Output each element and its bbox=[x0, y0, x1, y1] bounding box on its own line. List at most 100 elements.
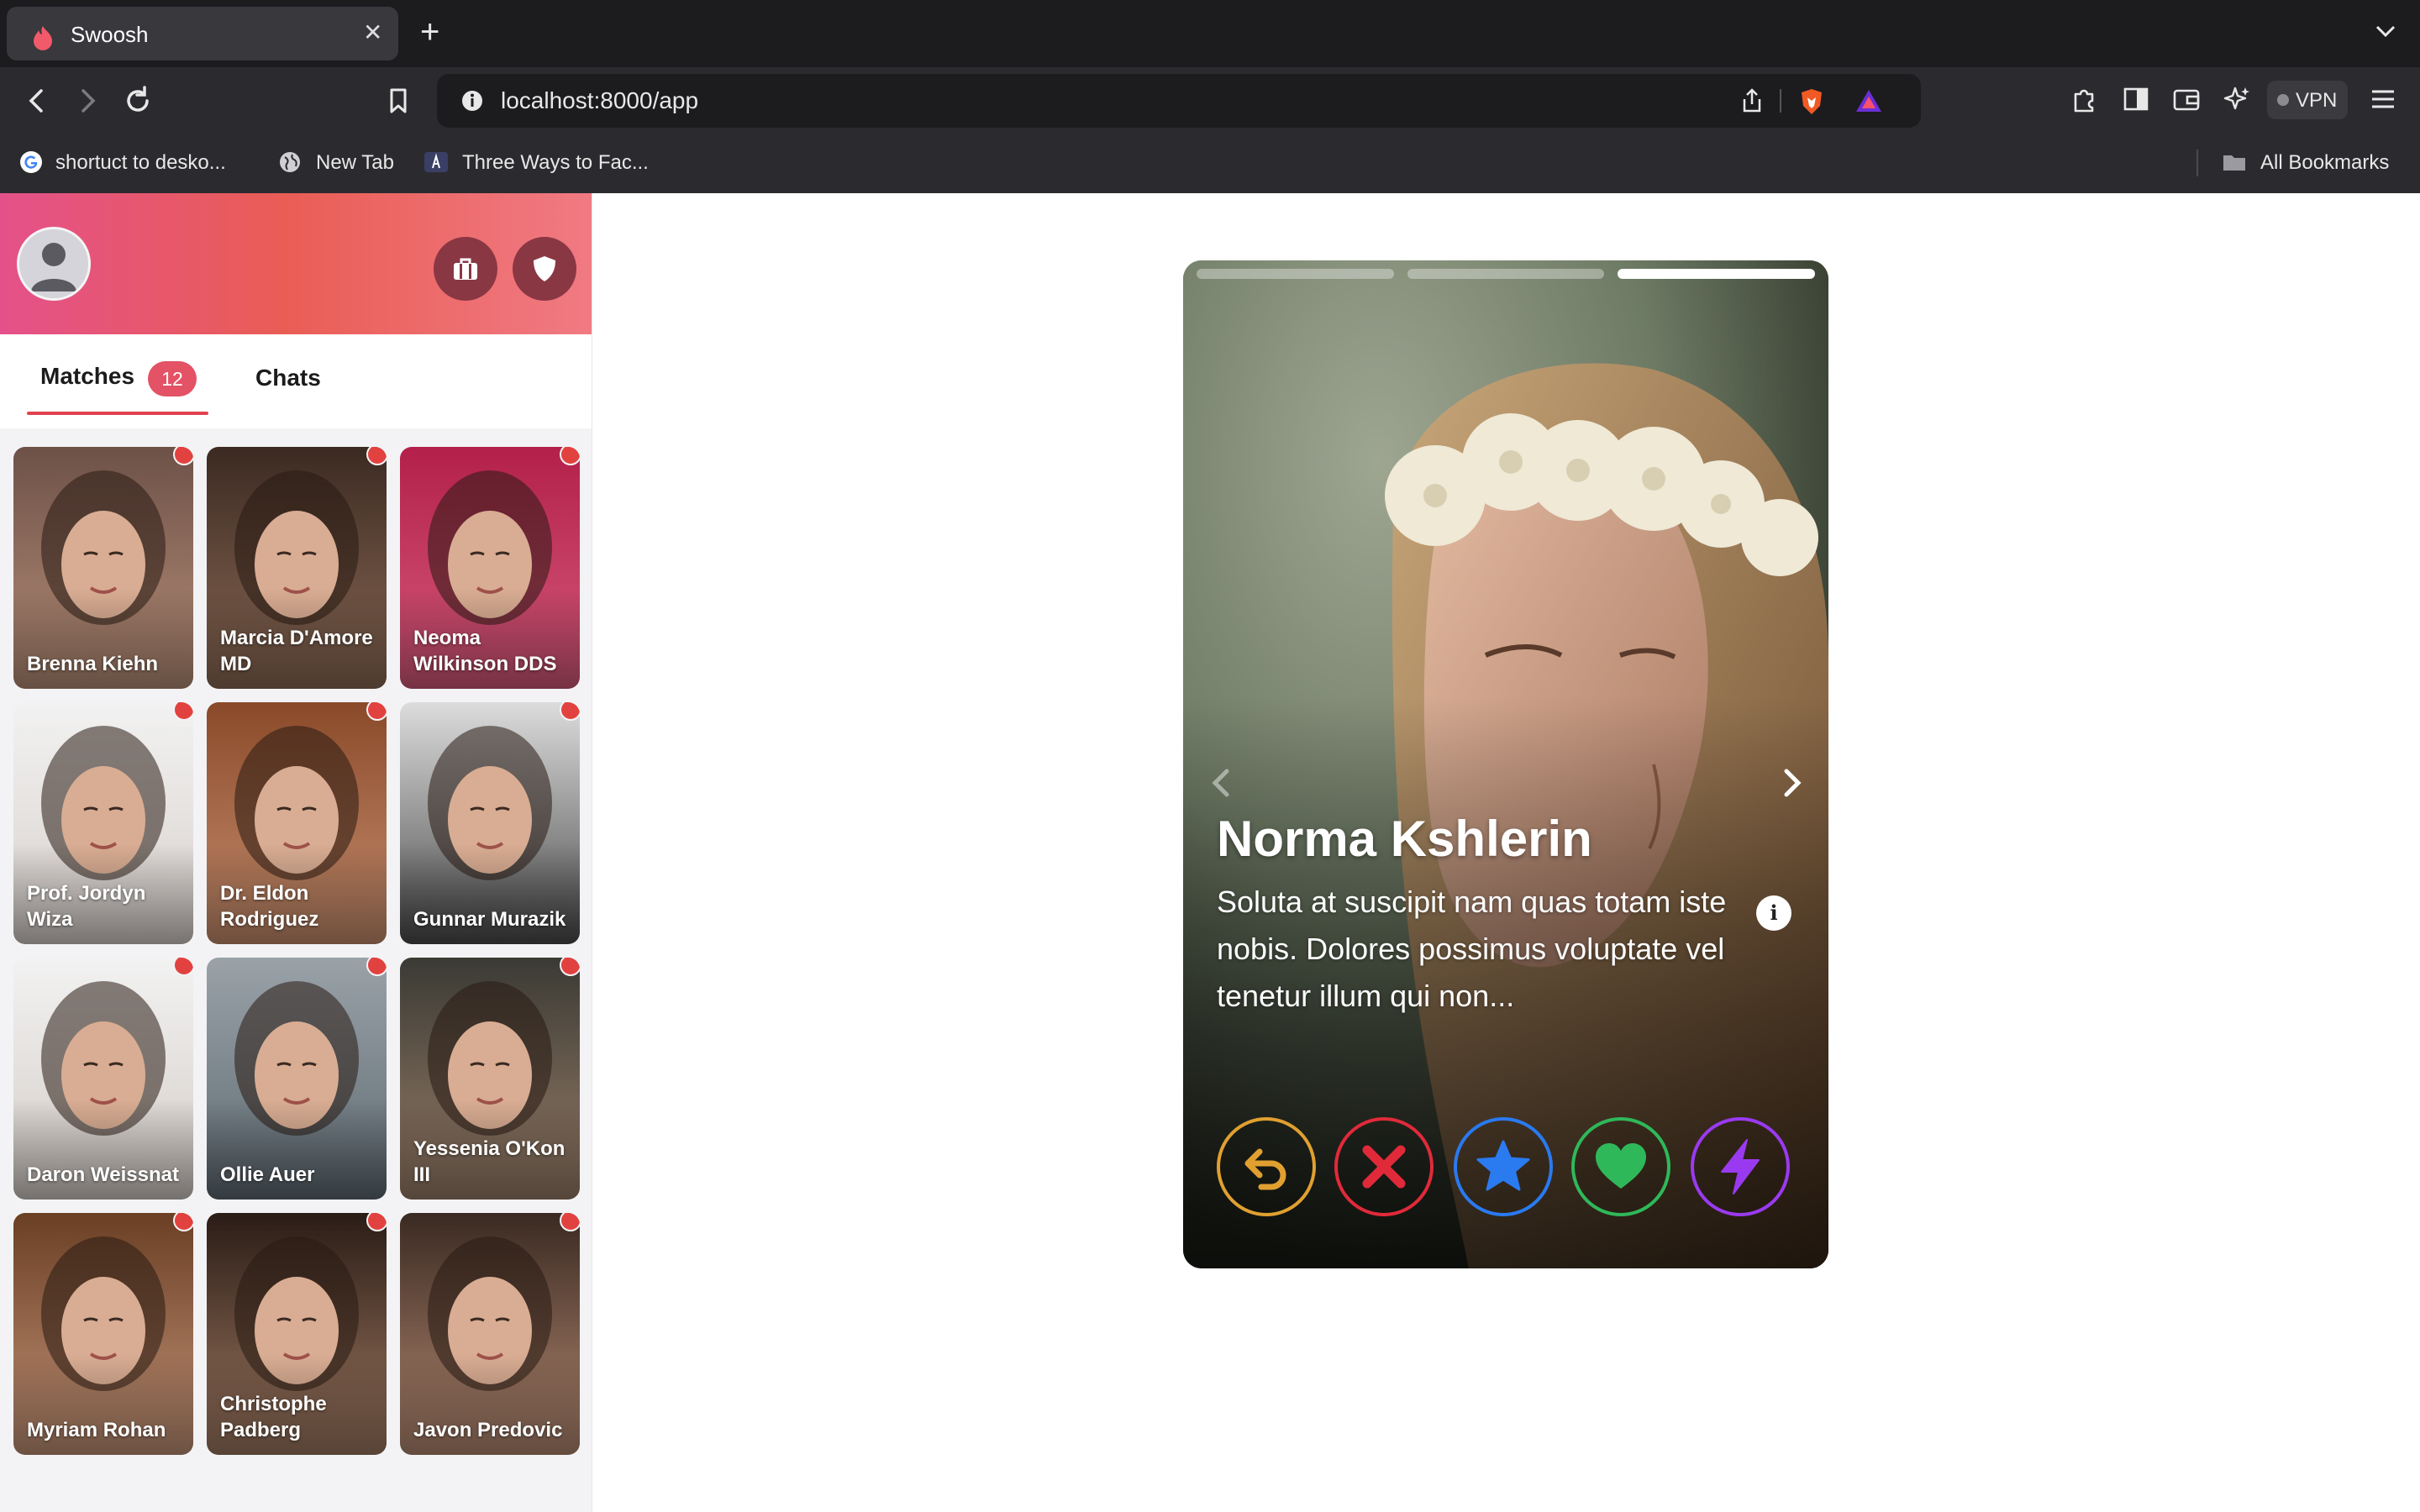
wallet-icon[interactable] bbox=[2171, 84, 2202, 114]
heart-icon bbox=[1596, 1143, 1646, 1189]
work-mode-button[interactable] bbox=[434, 237, 497, 301]
match-card[interactable]: Prof. Jordyn Wiza bbox=[13, 702, 193, 944]
profile-card[interactable]: Norma Kshlerin Soluta at suscipit nam qu… bbox=[1183, 260, 1828, 1268]
new-match-dot-icon bbox=[173, 958, 193, 976]
user-avatar[interactable] bbox=[17, 227, 91, 301]
match-name: Javon Predovic bbox=[413, 1419, 563, 1441]
tab-chats[interactable]: Chats bbox=[255, 365, 321, 391]
browser-tab[interactable]: Swoosh ✕ bbox=[7, 7, 398, 60]
share-icon[interactable] bbox=[1739, 87, 1765, 114]
next-photo-chevron-icon[interactable] bbox=[1775, 764, 1808, 801]
sidebar-header bbox=[0, 193, 592, 334]
match-name: Yessenia O'Kon III bbox=[413, 1137, 566, 1186]
tab-list-chevron-icon[interactable] bbox=[2373, 18, 2398, 44]
app-root: Matches 12 Chats Brenna Kiehn Marcia D'Am… bbox=[0, 193, 2420, 1512]
url-text[interactable]: localhost:8000/app bbox=[501, 87, 698, 114]
new-match-dot-icon bbox=[560, 702, 580, 721]
boost-button[interactable] bbox=[1691, 1117, 1790, 1216]
forward-arrow-icon[interactable] bbox=[71, 84, 104, 118]
match-card[interactable]: Javon Predovic bbox=[400, 1213, 580, 1455]
safety-button[interactable] bbox=[513, 237, 576, 301]
new-match-dot-icon bbox=[366, 958, 387, 976]
all-bookmarks-folder[interactable]: All Bookmarks bbox=[2222, 148, 2407, 178]
sidebar-tabs: Matches 12 Chats bbox=[0, 334, 592, 428]
star-icon bbox=[1476, 1140, 1530, 1191]
profile-info-button[interactable]: i bbox=[1756, 895, 1791, 931]
globe-icon bbox=[280, 152, 300, 172]
close-tab-icon[interactable]: ✕ bbox=[363, 18, 382, 47]
previous-photo-chevron-icon[interactable] bbox=[1205, 764, 1239, 801]
match-card[interactable]: Marcia D'Amore MD bbox=[207, 447, 387, 689]
match-name: Ollie Auer bbox=[220, 1163, 315, 1186]
brave-shields-icon[interactable] bbox=[1798, 87, 1825, 116]
match-name: Neoma Wilkinson DDS bbox=[413, 627, 557, 675]
active-tab-underline bbox=[27, 412, 208, 415]
nope-button[interactable] bbox=[1334, 1117, 1434, 1216]
new-tab-plus-icon[interactable]: + bbox=[420, 13, 439, 50]
tab-matches[interactable]: Matches 12 bbox=[27, 361, 208, 417]
bookmark-item[interactable]: New Tab bbox=[277, 148, 403, 178]
bookmark-item[interactable]: shortuct to desko... bbox=[18, 148, 254, 178]
avatar-placeholder-icon bbox=[19, 229, 88, 298]
match-name: Marcia D'Amore MD bbox=[220, 627, 373, 675]
new-match-dot-icon bbox=[560, 1213, 580, 1231]
match-name: Christophe Padberg bbox=[220, 1393, 327, 1441]
vpn-status-dot-icon bbox=[2277, 94, 2289, 106]
bookmark-page-icon[interactable] bbox=[381, 84, 415, 118]
new-match-dot-icon bbox=[366, 702, 387, 721]
rewind-button[interactable] bbox=[1217, 1117, 1316, 1216]
reload-icon[interactable] bbox=[121, 84, 155, 118]
super-like-button[interactable] bbox=[1454, 1117, 1553, 1216]
match-name: Dr. Eldon Rodriguez bbox=[220, 882, 319, 931]
new-match-dot-icon bbox=[366, 1213, 387, 1231]
match-card[interactable]: Daron Weissnat bbox=[13, 958, 193, 1200]
site-icon bbox=[424, 152, 448, 172]
vpn-label: VPN bbox=[2296, 89, 2338, 112]
match-card[interactable]: Christophe Padberg bbox=[207, 1213, 387, 1455]
bolt-icon bbox=[1721, 1139, 1760, 1194]
match-name: Prof. Jordyn Wiza bbox=[27, 882, 146, 931]
new-match-dot-icon bbox=[366, 447, 387, 465]
match-name: Gunnar Murazik bbox=[413, 908, 566, 931]
photo-progress-segment[interactable] bbox=[1407, 269, 1605, 279]
site-info-icon[interactable] bbox=[459, 87, 486, 114]
briefcase-icon bbox=[454, 258, 477, 280]
photo-progress-segment[interactable] bbox=[1618, 269, 1815, 279]
new-match-dot-icon bbox=[560, 447, 580, 465]
tab-matches-label: Matches bbox=[40, 363, 135, 389]
like-button[interactable] bbox=[1571, 1117, 1670, 1216]
matches-sidebar: Matches 12 Chats Brenna Kiehn Marcia D'Am… bbox=[0, 193, 592, 1512]
bookmarks-divider bbox=[2196, 150, 2198, 176]
new-match-dot-icon bbox=[173, 1213, 193, 1231]
vpn-button[interactable]: VPN bbox=[2267, 81, 2348, 119]
match-card[interactable]: Dr. Eldon Rodriguez bbox=[207, 702, 387, 944]
leo-ai-sparkle-icon[interactable] bbox=[2222, 84, 2252, 114]
sidebar-toggle-icon[interactable] bbox=[2121, 84, 2151, 114]
match-card[interactable]: Gunnar Murazik bbox=[400, 702, 580, 944]
match-name: Daron Weissnat bbox=[27, 1163, 179, 1186]
info-icon: i bbox=[1770, 900, 1778, 925]
folder-icon bbox=[2223, 155, 2245, 171]
match-card[interactable]: Yessenia O'Kon III bbox=[400, 958, 580, 1200]
match-card[interactable]: Ollie Auer bbox=[207, 958, 387, 1200]
match-card[interactable]: Brenna Kiehn bbox=[13, 447, 193, 689]
hamburger-menu-icon[interactable] bbox=[2368, 84, 2398, 114]
back-arrow-icon[interactable] bbox=[20, 84, 54, 118]
shield-icon bbox=[534, 256, 555, 281]
brave-rewards-icon[interactable] bbox=[1854, 87, 1884, 114]
photo-progress-bar bbox=[1197, 269, 1815, 281]
address-bar[interactable]: localhost:8000/app bbox=[437, 74, 1921, 128]
new-match-dot-icon bbox=[173, 447, 193, 465]
bookmarks-bar: shortuct to desko... New Tab Three Ways … bbox=[0, 134, 2420, 194]
browser-tab-strip: Swoosh ✕ + bbox=[0, 0, 2420, 67]
match-card[interactable]: Myriam Rohan bbox=[13, 1213, 193, 1455]
bookmark-item[interactable]: Three Ways to Fac... bbox=[424, 148, 659, 178]
browser-tab-title: Swoosh bbox=[71, 22, 149, 47]
match-card[interactable]: Neoma Wilkinson DDS bbox=[400, 447, 580, 689]
new-match-dot-icon bbox=[173, 702, 193, 721]
extensions-puzzle-icon[interactable] bbox=[2069, 84, 2099, 114]
google-icon bbox=[20, 151, 42, 173]
match-name: Myriam Rohan bbox=[27, 1419, 166, 1441]
photo-progress-segment[interactable] bbox=[1197, 269, 1394, 279]
profile-name: Norma Kshlerin bbox=[1217, 811, 1592, 867]
